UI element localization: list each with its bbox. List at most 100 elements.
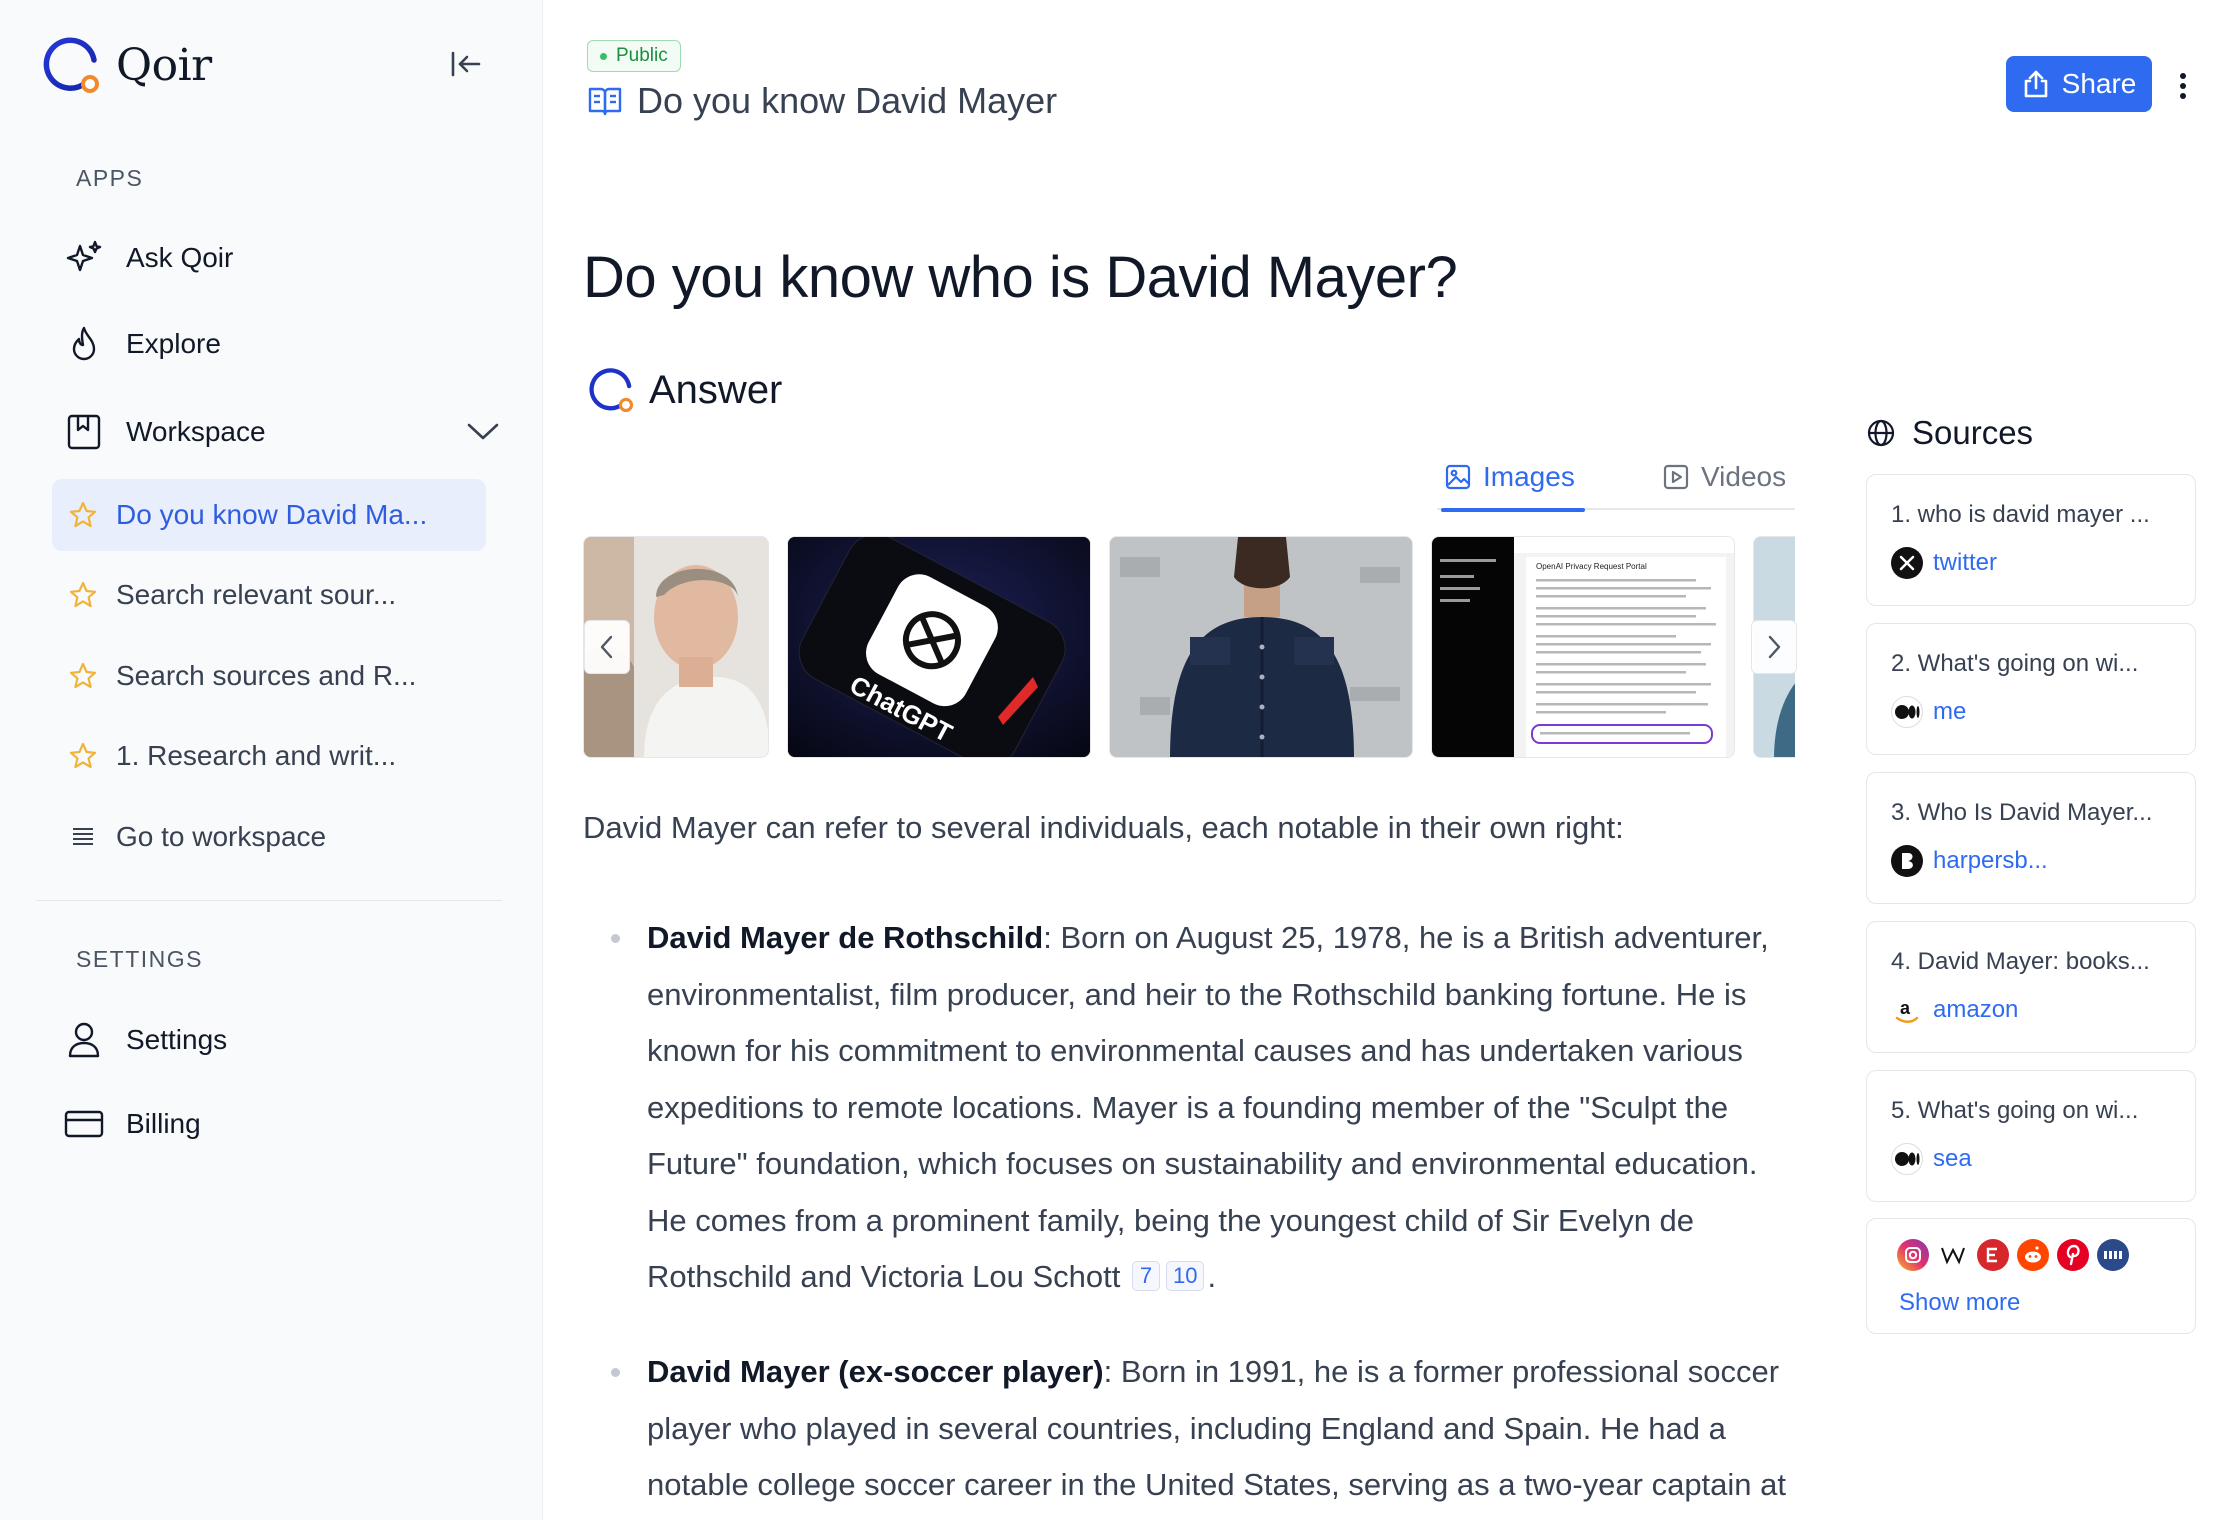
answer-bullet: David Mayer (ex-soccer player): Born in … <box>611 1344 1797 1520</box>
bullet-dot <box>611 934 620 943</box>
sources-title: Sources <box>1912 414 2034 451</box>
gallery-image-3[interactable] <box>1109 536 1413 758</box>
collapse-sidebar-button[interactable] <box>444 44 488 84</box>
source-card[interactable]: 4. David Mayer: books... a amazon <box>1866 921 2196 1053</box>
nav-workspace[interactable]: Workspace <box>60 402 500 462</box>
gallery-image-4[interactable]: OpenAI Privacy Request Portal <box>1431 536 1735 758</box>
go-to-workspace-link[interactable]: Go to workspace <box>52 801 486 873</box>
esquire-icon <box>1977 1239 2009 1271</box>
source-site: a amazon <box>1891 994 2018 1026</box>
workspace-item-search-sources[interactable]: Search sources and R... <box>52 640 486 712</box>
answer-label: Answer <box>649 367 783 412</box>
apps-section-label: APPS <box>76 165 144 191</box>
more-options-button[interactable] <box>2168 66 2198 106</box>
nav-settings[interactable]: Settings <box>60 1010 490 1070</box>
answer-article: David Mayer can refer to several individ… <box>583 806 1795 1502</box>
gallery-prev-button[interactable] <box>584 620 630 674</box>
open-book-icon <box>588 87 622 116</box>
star-icon <box>66 739 100 773</box>
workspace-item-research-writ[interactable]: 1. Research and writ... <box>52 720 486 792</box>
workspace-item-label: Do you know David Ma... <box>116 499 428 530</box>
sparkle-icon <box>60 234 108 282</box>
wikipedia-icon <box>1937 1239 1969 1271</box>
share-icon <box>2024 70 2047 98</box>
source-card[interactable]: 2. What's going on wi... me <box>1866 623 2196 755</box>
public-badge-label: Public <box>616 45 668 66</box>
tab-images[interactable]: Images <box>1441 444 1585 512</box>
x-logo-icon <box>1891 547 1923 579</box>
workspace-item-search-relevant[interactable]: Search relevant sour... <box>52 559 486 631</box>
sources-heading: Sources <box>1866 414 2033 452</box>
chevron-down-icon[interactable] <box>466 416 500 448</box>
user-icon <box>60 1016 108 1064</box>
status-dot-icon <box>600 52 607 60</box>
collapse-left-icon <box>451 51 481 77</box>
answer-intro: David Mayer can refer to several individ… <box>583 810 1624 845</box>
bullet-heading: David Mayer (ex-soccer player) <box>647 1354 1104 1389</box>
public-badge: Public <box>587 40 681 72</box>
show-more-link[interactable]: Show more <box>1899 1289 2020 1317</box>
qoir-answer-icon <box>589 368 634 413</box>
source-site-name: me <box>1933 698 1967 725</box>
workspace-item-david-mayer[interactable]: Do you know David Ma... <box>52 479 486 551</box>
bullet-heading: David Mayer de Rothschild <box>647 920 1044 955</box>
nav-explore[interactable]: Explore <box>60 314 490 374</box>
nav-ask-qoir[interactable]: Ask Qoir <box>60 228 490 288</box>
source-title: 3. Who Is David Mayer... <box>1891 799 2153 826</box>
citation-badge[interactable]: 10 <box>1165 1261 1205 1291</box>
svg-text:a: a <box>1900 998 1911 1018</box>
credit-card-icon <box>60 1100 108 1148</box>
globe-icon <box>1867 419 1895 447</box>
medium-logo-icon <box>1891 696 1923 728</box>
source-card[interactable]: 5. What's going on wi... sea <box>1866 1070 2196 1202</box>
source-site-name: sea <box>1933 1145 1972 1172</box>
answer-heading: Answer <box>585 364 782 416</box>
source-site-name: twitter <box>1933 549 1998 576</box>
source-title: 4. David Mayer: books... <box>1891 948 2150 975</box>
star-icon <box>66 498 100 532</box>
page-title: Do you know David Mayer <box>637 80 1058 121</box>
workspace-item-label: Go to workspace <box>116 821 327 852</box>
source-card[interactable]: 3. Who Is David Mayer... harpersb... <box>1866 772 2196 904</box>
image-gallery: ChatGPT OpenAI Privacy Request Portal <box>583 536 1795 758</box>
news-icon <box>2097 1239 2129 1271</box>
nav-label: Workspace <box>126 416 266 447</box>
source-site: harpersb... <box>1891 845 2048 877</box>
bullet-text: : Born on August 25, 1978, he is a Briti… <box>647 920 1769 1294</box>
source-site: twitter <box>1891 547 1997 579</box>
tab-videos[interactable]: Videos <box>1663 444 1786 510</box>
gallery-next-button[interactable] <box>1751 620 1797 674</box>
source-title: 1. who is david mayer ... <box>1891 501 2150 528</box>
flame-icon <box>60 320 108 368</box>
source-card[interactable]: 1. who is david mayer ... twitter <box>1866 474 2196 606</box>
workspace-item-label: Search sources and R... <box>116 660 417 691</box>
video-icon <box>1663 464 1689 490</box>
share-button[interactable]: Share <box>2006 56 2152 112</box>
nav-label: Settings <box>126 1024 228 1055</box>
bullet-dot <box>611 1368 620 1377</box>
star-icon <box>66 659 100 693</box>
pinterest-icon <box>2057 1239 2089 1271</box>
qoir-logo-icon <box>38 32 104 98</box>
source-site-name: amazon <box>1933 996 2019 1023</box>
page-title-row: Do you know David Mayer <box>587 80 1057 122</box>
chevron-right-icon <box>1768 635 1781 659</box>
amazon-logo-icon: a <box>1891 994 1923 1026</box>
sidebar-divider <box>36 900 502 901</box>
gallery-image-2[interactable]: ChatGPT <box>787 536 1091 758</box>
workspace-item-label: Search relevant sour... <box>116 579 397 610</box>
bookmark-icon <box>60 408 108 456</box>
chevron-left-icon <box>600 635 613 659</box>
nav-label: Explore <box>126 328 221 359</box>
more-favicons <box>1897 1239 2137 1271</box>
settings-section-label: SETTINGS <box>76 946 204 972</box>
tab-label: Videos <box>1701 461 1787 492</box>
reddit-icon <box>2017 1239 2049 1271</box>
instagram-icon <box>1897 1239 1929 1271</box>
answer-bullet: David Mayer de Rothschild: Born on Augus… <box>611 910 1797 1306</box>
app-logo[interactable]: Qoir <box>38 32 212 98</box>
nav-billing[interactable]: Billing <box>60 1094 490 1154</box>
image-icon <box>1445 464 1471 490</box>
share-label: Share <box>2061 68 2137 99</box>
citation-badge[interactable]: 7 <box>1131 1261 1160 1291</box>
